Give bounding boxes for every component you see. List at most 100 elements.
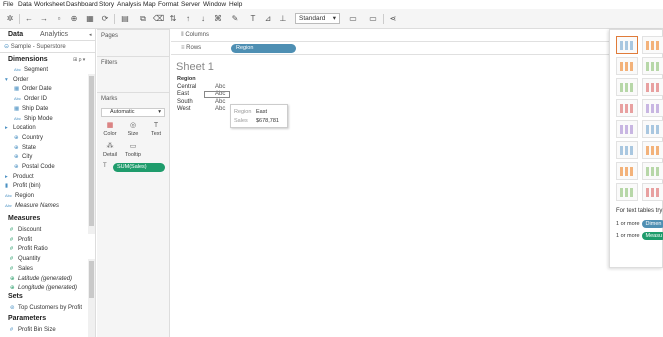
datasource-name[interactable]: ⊝ Sample - Superstore <box>4 43 66 50</box>
save-icon[interactable]: ▫ <box>54 14 64 24</box>
region-header[interactable]: Region <box>177 76 196 82</box>
search-icon[interactable]: ⊞ ρ ▾ <box>73 57 85 63</box>
measure-field[interactable]: ⊕ Latitude (generated) <box>10 276 72 282</box>
menu-story[interactable]: Story <box>99 1 114 8</box>
measure-field[interactable]: # Quantity <box>10 256 40 262</box>
collapse-pane-icon[interactable]: ◂ <box>89 32 92 38</box>
menu-analysis[interactable]: Analysis <box>117 1 141 8</box>
sort-asc-icon[interactable]: ↑ <box>183 14 193 24</box>
tooltip-button[interactable]: ▭ Tooltip <box>123 141 143 162</box>
device-preview-icon[interactable]: ▭ <box>368 14 378 24</box>
menu-format[interactable]: Format <box>158 1 179 8</box>
row-header[interactable]: Central <box>177 84 196 90</box>
sheet-title[interactable]: Sheet 1 <box>176 61 214 73</box>
labels-icon[interactable]: T <box>248 14 258 24</box>
row-header[interactable]: West <box>177 106 191 112</box>
presentation-icon[interactable]: ▭ <box>348 14 358 24</box>
text-button[interactable]: T Text <box>146 120 166 141</box>
dimension-field[interactable]: ▦ Order Date <box>14 86 52 92</box>
dimension-field[interactable]: ⊕ City <box>14 154 32 160</box>
set-item[interactable]: ⊚ Top Customers by Profit <box>10 305 82 311</box>
chart-type-thumbnail[interactable] <box>616 120 638 138</box>
columns-shelf[interactable]: ⦀ Columns <box>171 29 609 42</box>
region-pill[interactable]: Region <box>231 44 296 53</box>
scrollbar-thumb[interactable] <box>89 261 94 298</box>
chart-type-thumbnail[interactable] <box>642 162 663 180</box>
row-header[interactable]: East <box>177 91 189 97</box>
pages-card[interactable]: Pages <box>97 29 170 53</box>
chart-type-thumbnail[interactable] <box>616 162 638 180</box>
chart-type-thumbnail[interactable] <box>642 57 663 75</box>
dimension-field[interactable]: Abc Measure Names <box>5 203 59 209</box>
new-sheet-icon[interactable]: ▤ <box>120 14 130 24</box>
table-cell[interactable]: Abc <box>215 106 225 112</box>
dimension-field[interactable]: ▦ Ship Date <box>14 106 48 112</box>
rows-shelf[interactable]: ≡ Rows Region <box>171 42 609 55</box>
detail-button[interactable]: ⁂ Detail <box>100 141 120 162</box>
fix-axes-icon[interactable]: ⊥ <box>278 14 288 24</box>
menu-map[interactable]: Map <box>143 1 156 8</box>
row-header[interactable]: South <box>177 99 193 105</box>
measure-field[interactable]: ⊕ Longitude (generated) <box>10 285 77 291</box>
chart-type-thumbnail[interactable] <box>616 183 638 201</box>
menu-file[interactable]: File <box>3 1 13 8</box>
menu-server[interactable]: Server <box>181 1 200 8</box>
redo-icon[interactable]: → <box>39 14 49 24</box>
dimension-field[interactable]: ⊕ Postal Code <box>14 164 55 170</box>
color-button[interactable]: ▦ Color <box>100 120 120 141</box>
table-cell[interactable]: Abc <box>215 84 225 90</box>
menu-worksheet[interactable]: Worksheet <box>34 1 65 8</box>
chart-type-thumbnail[interactable] <box>642 36 663 54</box>
new-worksheet-icon[interactable]: ▦ <box>85 14 95 24</box>
chart-type-thumbnail[interactable] <box>616 78 638 96</box>
dimension-field[interactable]: Abc Region <box>5 193 34 199</box>
fit-select[interactable]: Standard ▾ <box>295 13 340 24</box>
dimension-field[interactable]: ▮ Profit (bin) <box>5 183 41 189</box>
dimension-field[interactable]: ▸ Product <box>5 174 34 180</box>
chart-type-thumbnail[interactable] <box>616 141 638 159</box>
group-icon[interactable]: ⌘ <box>213 14 223 24</box>
worksheet-view[interactable]: Sheet 1 Region Central Abc East Abc South Abc… <box>171 56 609 337</box>
share-icon[interactable]: ⋖ <box>388 14 398 24</box>
menu-data[interactable]: Data <box>18 1 32 8</box>
menu-window[interactable]: Window <box>203 1 226 8</box>
measure-field[interactable]: # Profit Ratio <box>10 246 48 252</box>
chart-type-thumbnail[interactable] <box>616 57 638 75</box>
dimension-field[interactable]: Abc Ship Mode <box>14 116 53 122</box>
filters-card[interactable]: Filters <box>97 56 170 86</box>
measures-scrollbar[interactable] <box>88 259 95 337</box>
menu-dashboard[interactable]: Dashboard <box>66 1 98 8</box>
menu-help[interactable]: Help <box>229 1 242 8</box>
measure-pill[interactable]: SUM(Sales) <box>113 163 165 172</box>
refresh-icon[interactable]: ⟳ <box>100 14 110 24</box>
dimension-field[interactable]: Abc Segment <box>14 67 48 73</box>
table-cell[interactable]: Abc <box>215 99 225 105</box>
undo-icon[interactable]: ← <box>24 14 34 24</box>
chart-type-thumbnail[interactable] <box>616 99 638 117</box>
chart-type-thumbnail[interactable] <box>642 99 663 117</box>
scrollbar-thumb[interactable] <box>89 76 94 226</box>
dimension-field[interactable]: Abc Order ID <box>14 96 47 102</box>
size-button[interactable]: ◎ Size <box>123 120 143 141</box>
chart-type-thumbnail[interactable] <box>642 183 663 201</box>
pin-icon[interactable]: ⊿ <box>263 14 273 24</box>
mark-type-select[interactable]: Automatic ▾ <box>101 108 165 117</box>
tab-data[interactable]: Data <box>8 31 23 38</box>
dimensions-scrollbar[interactable] <box>88 74 95 234</box>
new-datasource-icon[interactable]: ⊕ <box>69 14 79 24</box>
chart-type-thumbnail[interactable] <box>642 120 663 138</box>
clear-icon[interactable]: ⌫ <box>153 14 164 24</box>
swap-icon[interactable]: ⇅ <box>168 14 178 24</box>
tab-analytics[interactable]: Analytics <box>40 31 68 38</box>
tableau-logo-icon[interactable]: ✲ <box>5 14 15 24</box>
measure-field[interactable]: # Discount <box>10 227 41 233</box>
dimension-field[interactable]: ▾ Order <box>5 77 28 83</box>
dimension-field[interactable]: ▸ Location <box>5 125 36 131</box>
duplicate-icon[interactable]: ⧉ <box>138 14 148 24</box>
measure-field[interactable]: # Profit <box>10 237 32 243</box>
sort-desc-icon[interactable]: ↓ <box>198 14 208 24</box>
highlight-icon[interactable]: ✎ <box>230 14 240 24</box>
chart-type-thumbnail[interactable] <box>642 141 663 159</box>
measure-field[interactable]: # Sales <box>10 266 33 272</box>
parameter-item[interactable]: # Profit Bin Size <box>10 327 56 333</box>
